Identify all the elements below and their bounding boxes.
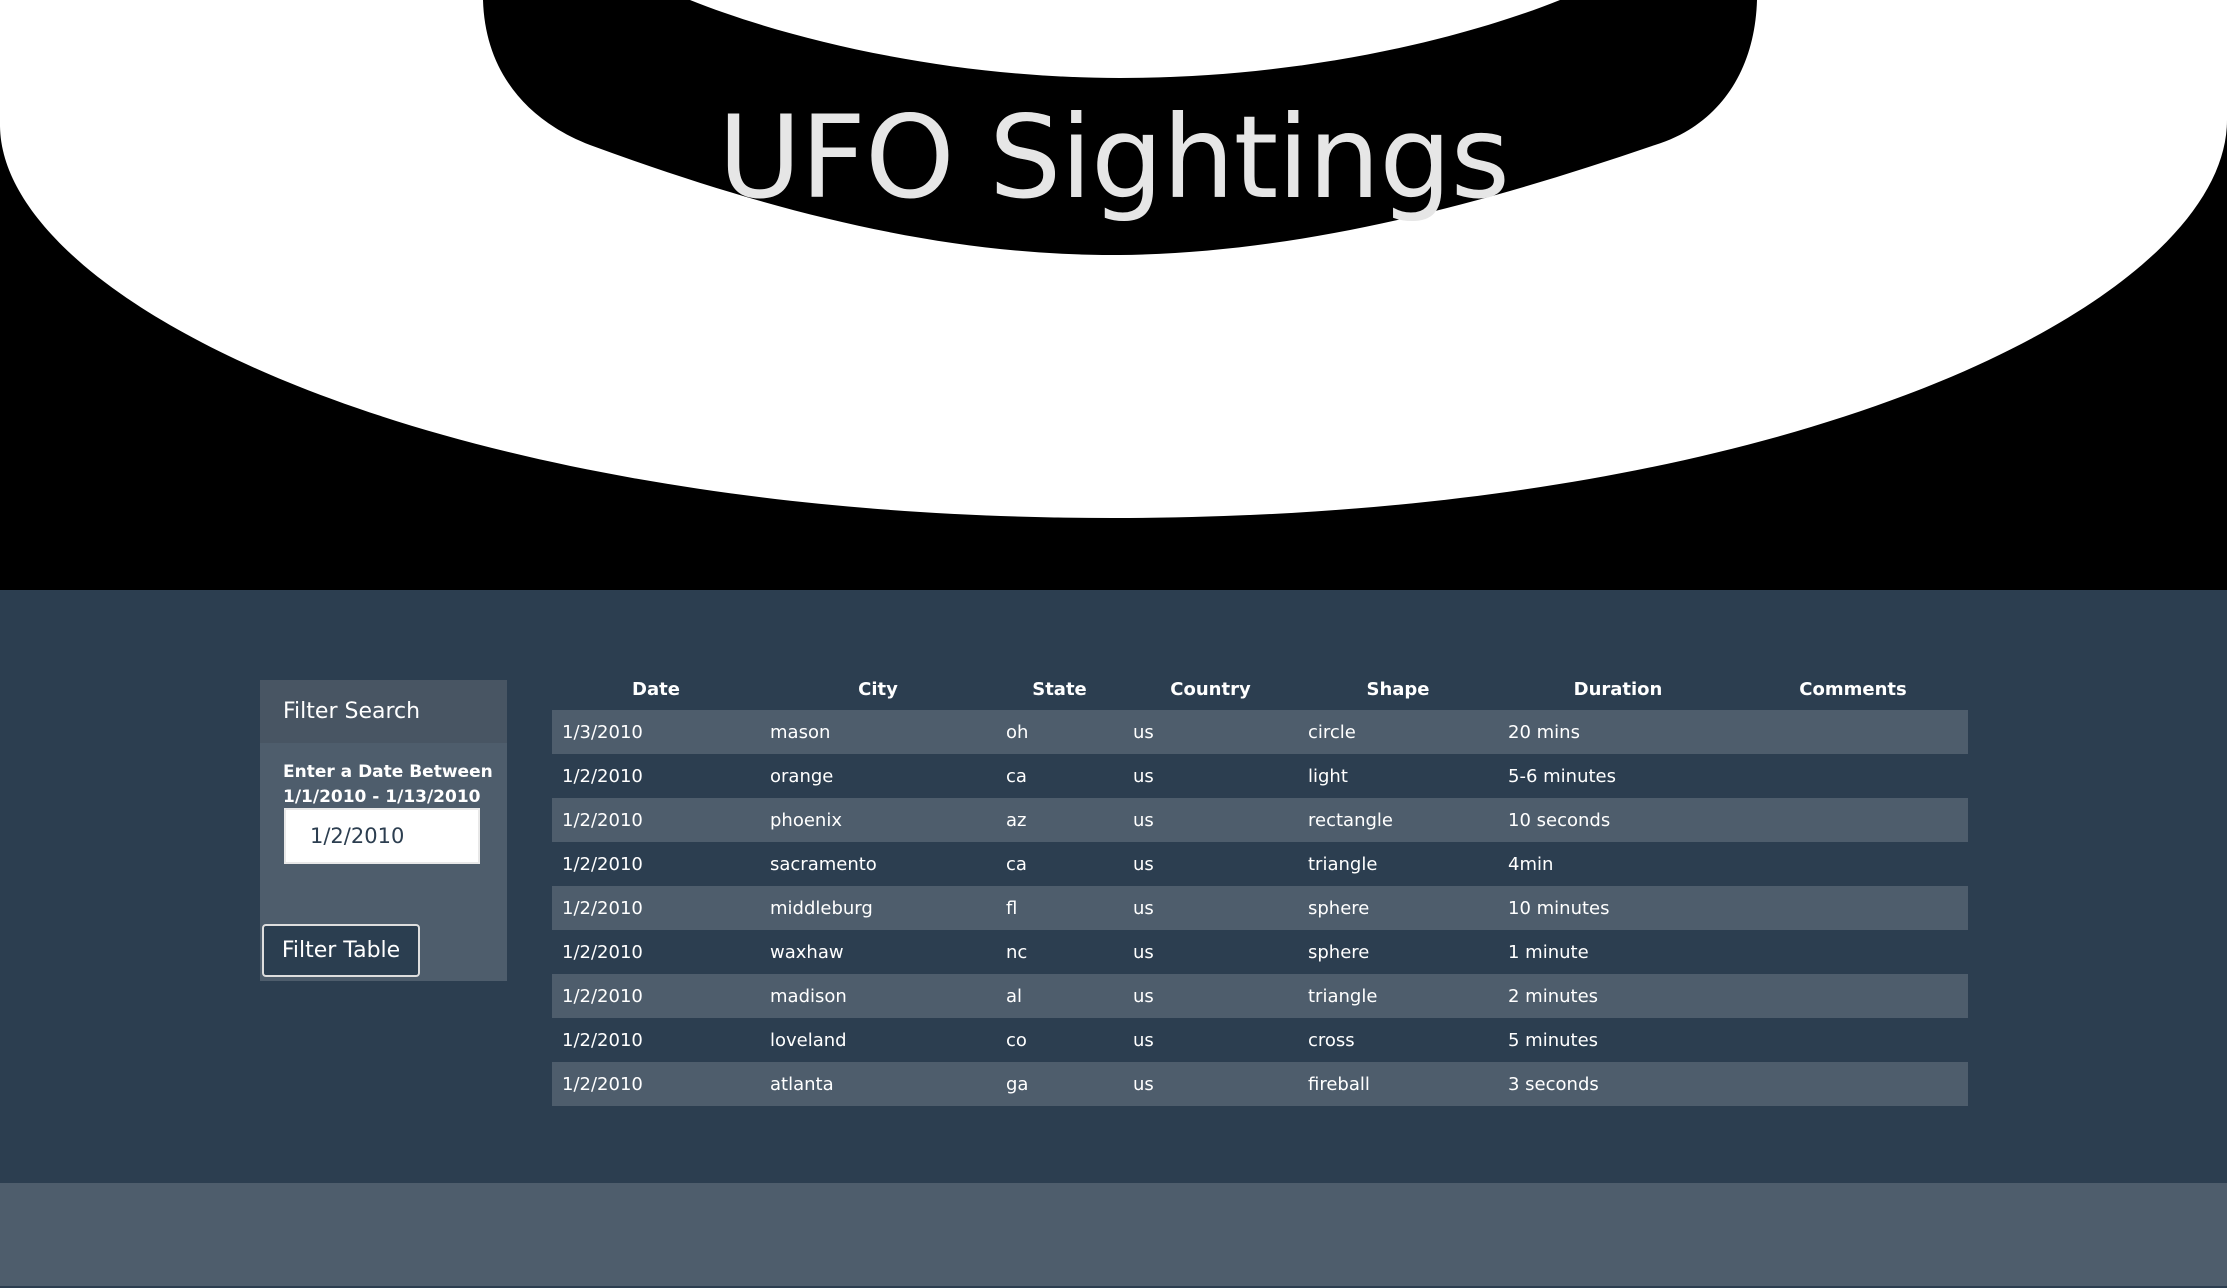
column-header-country: Country [1170,678,1251,700]
cell-comments [1738,974,1968,1018]
cell-comments [1738,930,1968,974]
table-row: 1/2/2010 sacramento ca us triangle 4min [552,842,1968,886]
cell-shape: triangle [1308,853,1378,875]
cell-duration: 4min [1508,853,1554,875]
footer [0,1183,2227,1286]
cell-date: 1/2/2010 [562,765,643,787]
cell-date: 1/2/2010 [562,1029,643,1051]
cell-shape: cross [1308,1029,1355,1051]
cell-date: 1/2/2010 [562,1073,643,1095]
cell-state: az [1006,809,1027,831]
cell-date: 1/2/2010 [562,941,643,963]
table-row: 1/3/2010 mason oh us circle 20 mins [552,710,1968,754]
table-row: 1/2/2010 loveland co us cross 5 minutes [552,1018,1968,1062]
cell-comments [1738,710,1968,754]
cell-country: us [1133,765,1154,787]
cell-state: co [1006,1029,1027,1051]
cell-city: mason [770,721,831,743]
cell-duration: 3 seconds [1508,1073,1599,1095]
ufo-table-container: Date City State Country Shape Duration C… [552,668,1968,1106]
cell-duration: 5 minutes [1508,1029,1599,1051]
cell-country: us [1133,941,1154,963]
cell-date: 1/2/2010 [562,897,643,919]
cell-state: fl [1006,897,1018,919]
column-header-state: State [1032,678,1087,700]
cell-city: middleburg [770,897,873,919]
column-header-comments: Comments [1799,678,1907,700]
cell-country: us [1133,1029,1154,1051]
cell-duration: 10 seconds [1508,809,1611,831]
cell-shape: triangle [1308,985,1378,1007]
page-title: UFO Sightings [717,91,1510,224]
cell-state: ca [1006,765,1027,787]
table-row: 1/2/2010 waxhaw nc us sphere 1 minute [552,930,1968,974]
table-row: 1/2/2010 middleburg fl us sphere 10 minutes [552,886,1968,930]
cell-comments [1738,1062,1968,1106]
cell-city: phoenix [770,809,842,831]
cell-comments [1738,842,1968,886]
main-content: Filter Search Enter a Date Between 1/1/2… [0,590,2227,1183]
table-header-row: Date City State Country Shape Duration C… [552,668,1968,710]
date-filter-label: Enter a Date Between 1/1/2010 - 1/13/201… [283,762,493,807]
cell-duration: 20 mins [1508,721,1580,743]
filter-panel: Filter Search Enter a Date Between 1/1/2… [260,680,507,981]
cell-shape: light [1308,765,1348,787]
cell-state: oh [1006,721,1029,743]
filter-table-button[interactable]: Filter Table [262,924,420,977]
cell-state: nc [1006,941,1028,963]
cell-comments [1738,1018,1968,1062]
cell-city: waxhaw [770,941,844,963]
cell-city: atlanta [770,1073,834,1095]
cell-duration: 5-6 minutes [1508,765,1616,787]
cell-duration: 2 minutes [1508,985,1599,1007]
cell-country: us [1133,721,1154,743]
cell-city: loveland [770,1029,847,1051]
cell-shape: rectangle [1308,809,1393,831]
cell-country: us [1133,853,1154,875]
cell-shape: circle [1308,721,1356,743]
cell-state: al [1006,985,1023,1007]
column-header-duration: Duration [1573,678,1663,700]
cell-date: 1/2/2010 [562,985,643,1007]
column-header-shape: Shape [1366,678,1430,700]
cell-country: us [1133,809,1154,831]
cell-city: madison [770,985,847,1007]
hero-banner: UFO Sightings [0,0,2227,590]
cell-city: orange [770,765,834,787]
table-row: 1/2/2010 orange ca us light 5-6 minutes [552,754,1968,798]
table-body: 1/3/2010 mason oh us circle 20 mins 1/2/2010 or… [552,710,1968,1106]
table-row: 1/2/2010 phoenix az us rectangle 10 seconds [552,798,1968,842]
cell-date: 1/2/2010 [562,809,643,831]
table-row: 1/2/2010 atlanta ga us fireball 3 seconds [552,1062,1968,1106]
cell-country: us [1133,1073,1154,1095]
cell-duration: 10 minutes [1508,897,1610,919]
cell-comments [1738,798,1968,842]
table-row: 1/2/2010 madison al us triangle 2 minutes [552,974,1968,1018]
cell-country: us [1133,985,1154,1007]
cell-state: ga [1006,1073,1029,1095]
cell-comments [1738,886,1968,930]
cell-shape: sphere [1308,897,1370,919]
ufo-table: Date City State Country Shape Duration C… [552,668,1968,1106]
cell-state: ca [1006,853,1027,875]
cell-duration: 1 minute [1508,941,1589,963]
column-header-date: Date [632,678,680,700]
cell-date: 1/3/2010 [562,721,643,743]
cell-comments [1738,754,1968,798]
date-filter-input[interactable] [284,808,480,864]
cell-city: sacramento [770,853,877,875]
filter-panel-heading: Filter Search [260,680,507,743]
cell-date: 1/2/2010 [562,853,643,875]
cell-shape: sphere [1308,941,1370,963]
cell-shape: fireball [1308,1073,1370,1095]
column-header-city: City [858,678,898,700]
cell-country: us [1133,897,1154,919]
